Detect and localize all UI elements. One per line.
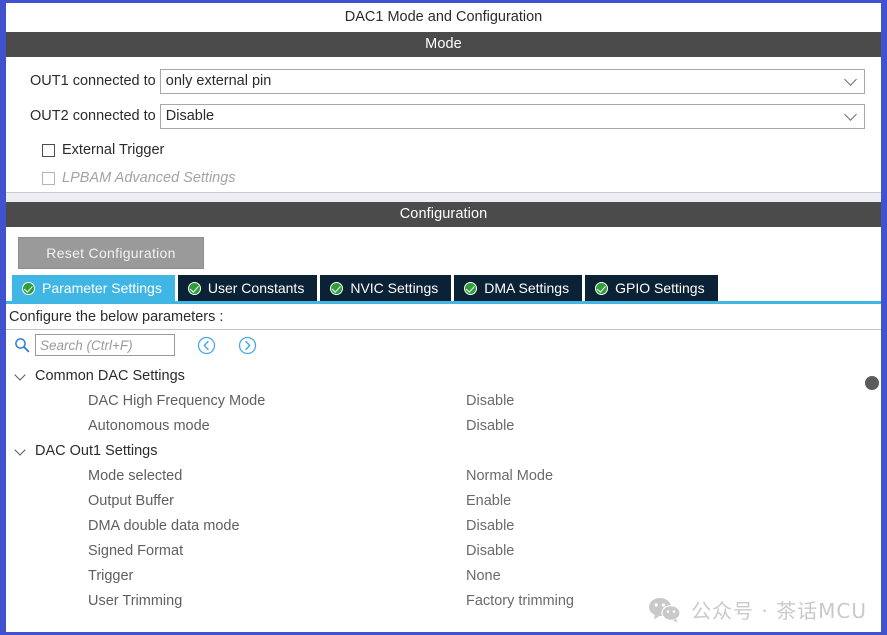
external-trigger-row[interactable]: External Trigger: [6, 136, 881, 164]
tree-item[interactable]: Output Buffer Enable: [6, 488, 881, 513]
mode-panel: OUT1 connected to only external pin OUT2…: [6, 57, 881, 202]
out2-connected-value: Disable: [165, 108, 215, 124]
search-icon: [14, 337, 30, 353]
vertical-scrollbar-thumb[interactable]: [865, 376, 879, 390]
external-trigger-checkbox[interactable]: [42, 143, 55, 157]
chevron-down-icon: [844, 108, 857, 121]
out2-connected-label: OUT2 connected to: [30, 108, 156, 124]
chevron-down-icon: [844, 73, 857, 86]
chevron-right-circle-icon[interactable]: [238, 336, 257, 355]
check-circle-icon: [187, 281, 201, 295]
tree-item-value[interactable]: Enable: [466, 493, 511, 509]
tree-item-name: Output Buffer: [88, 492, 174, 509]
tree-item[interactable]: Trigger None: [6, 563, 881, 588]
tab-dma-settings[interactable]: DMA Settings: [454, 275, 583, 301]
tree-item[interactable]: Signed Format Disable: [6, 538, 881, 563]
lpbam-advanced-settings-label: LPBAM Advanced Settings: [62, 170, 236, 186]
dac-configuration-window: DAC1 Mode and Configuration Mode OUT1 co…: [0, 0, 887, 635]
configuration-tabstrip: Parameter Settings User Constants NVIC S…: [6, 275, 881, 304]
tab-user-constants[interactable]: User Constants: [177, 275, 318, 301]
tree-item-value[interactable]: Factory trimming: [466, 593, 574, 609]
tab-label: GPIO Settings: [615, 280, 705, 296]
tree-item-value[interactable]: Disable: [466, 518, 514, 534]
out1-connected-row: OUT1 connected to only external pin: [6, 66, 881, 96]
tree-group-label: Common DAC Settings: [35, 367, 185, 384]
out2-connected-row: OUT2 connected to Disable: [6, 101, 881, 131]
parameter-search-row: [6, 330, 881, 360]
tree-group-dac-out1-settings[interactable]: DAC Out1 Settings: [6, 438, 881, 463]
tree-item[interactable]: User Trimming Factory trimming: [6, 588, 881, 613]
tab-label: User Constants: [207, 280, 305, 296]
external-trigger-label: External Trigger: [62, 142, 165, 158]
out1-connected-label: OUT1 connected to: [30, 73, 156, 89]
configuration-section-header: Configuration: [6, 202, 881, 227]
chevron-down-icon[interactable]: [15, 370, 27, 382]
tree-item[interactable]: DMA double data mode Disable: [6, 513, 881, 538]
chevron-down-icon[interactable]: [15, 445, 27, 457]
tree-item-value[interactable]: Normal Mode: [466, 468, 553, 484]
tab-parameter-settings[interactable]: Parameter Settings: [12, 275, 175, 301]
reset-configuration-button[interactable]: Reset Configuration: [18, 237, 204, 269]
configure-parameters-hint: Configure the below parameters :: [6, 304, 881, 330]
chevron-left-circle-icon[interactable]: [197, 336, 216, 355]
mode-section-header: Mode: [6, 32, 881, 57]
check-circle-icon: [22, 281, 35, 295]
out1-connected-value: only external pin: [165, 73, 272, 89]
configuration-panel: Reset Configuration Parameter Settings U…: [6, 227, 881, 613]
lpbam-advanced-settings-checkbox: [42, 171, 55, 185]
search-input[interactable]: [35, 334, 175, 356]
check-circle-icon: [595, 281, 609, 295]
tree-item-name: Signed Format: [88, 542, 184, 559]
tab-gpio-settings[interactable]: GPIO Settings: [585, 275, 718, 301]
tree-item[interactable]: Mode selected Normal Mode: [6, 463, 881, 488]
tree-item-name: Trigger: [88, 567, 134, 584]
out1-connected-dropdown[interactable]: only external pin: [159, 68, 865, 94]
window-title: DAC1 Mode and Configuration: [6, 3, 881, 32]
tab-nvic-settings[interactable]: NVIC Settings: [320, 275, 452, 301]
parameter-tree: Common DAC Settings DAC High Frequency M…: [6, 360, 881, 613]
tab-label: Parameter Settings: [42, 280, 162, 296]
lpbam-advanced-settings-row: LPBAM Advanced Settings: [6, 164, 881, 192]
tree-item-name: DMA double data mode: [88, 517, 240, 534]
section-divider: [6, 192, 881, 202]
tree-item-name: Mode selected: [88, 467, 183, 484]
check-circle-icon: [330, 281, 344, 295]
tree-item[interactable]: Autonomous mode Disable: [6, 413, 881, 438]
tree-group-common-dac-settings[interactable]: Common DAC Settings: [6, 363, 881, 388]
tree-item-name: User Trimming: [88, 592, 183, 609]
tree-item-value[interactable]: Disable: [466, 543, 514, 559]
tree-item-name: DAC High Frequency Mode: [88, 392, 266, 409]
tree-group-label: DAC Out1 Settings: [35, 442, 158, 459]
tree-item-name: Autonomous mode: [88, 417, 210, 434]
reset-configuration-wrap: Reset Configuration: [6, 227, 881, 278]
tree-item[interactable]: DAC High Frequency Mode Disable: [6, 388, 881, 413]
out2-connected-dropdown[interactable]: Disable: [159, 103, 865, 129]
tree-item-value[interactable]: None: [466, 568, 501, 584]
tree-item-value[interactable]: Disable: [466, 418, 514, 434]
tree-item-value[interactable]: Disable: [466, 393, 514, 409]
tab-label: NVIC Settings: [350, 280, 439, 296]
tab-label: DMA Settings: [484, 280, 570, 296]
check-circle-icon: [464, 281, 478, 295]
